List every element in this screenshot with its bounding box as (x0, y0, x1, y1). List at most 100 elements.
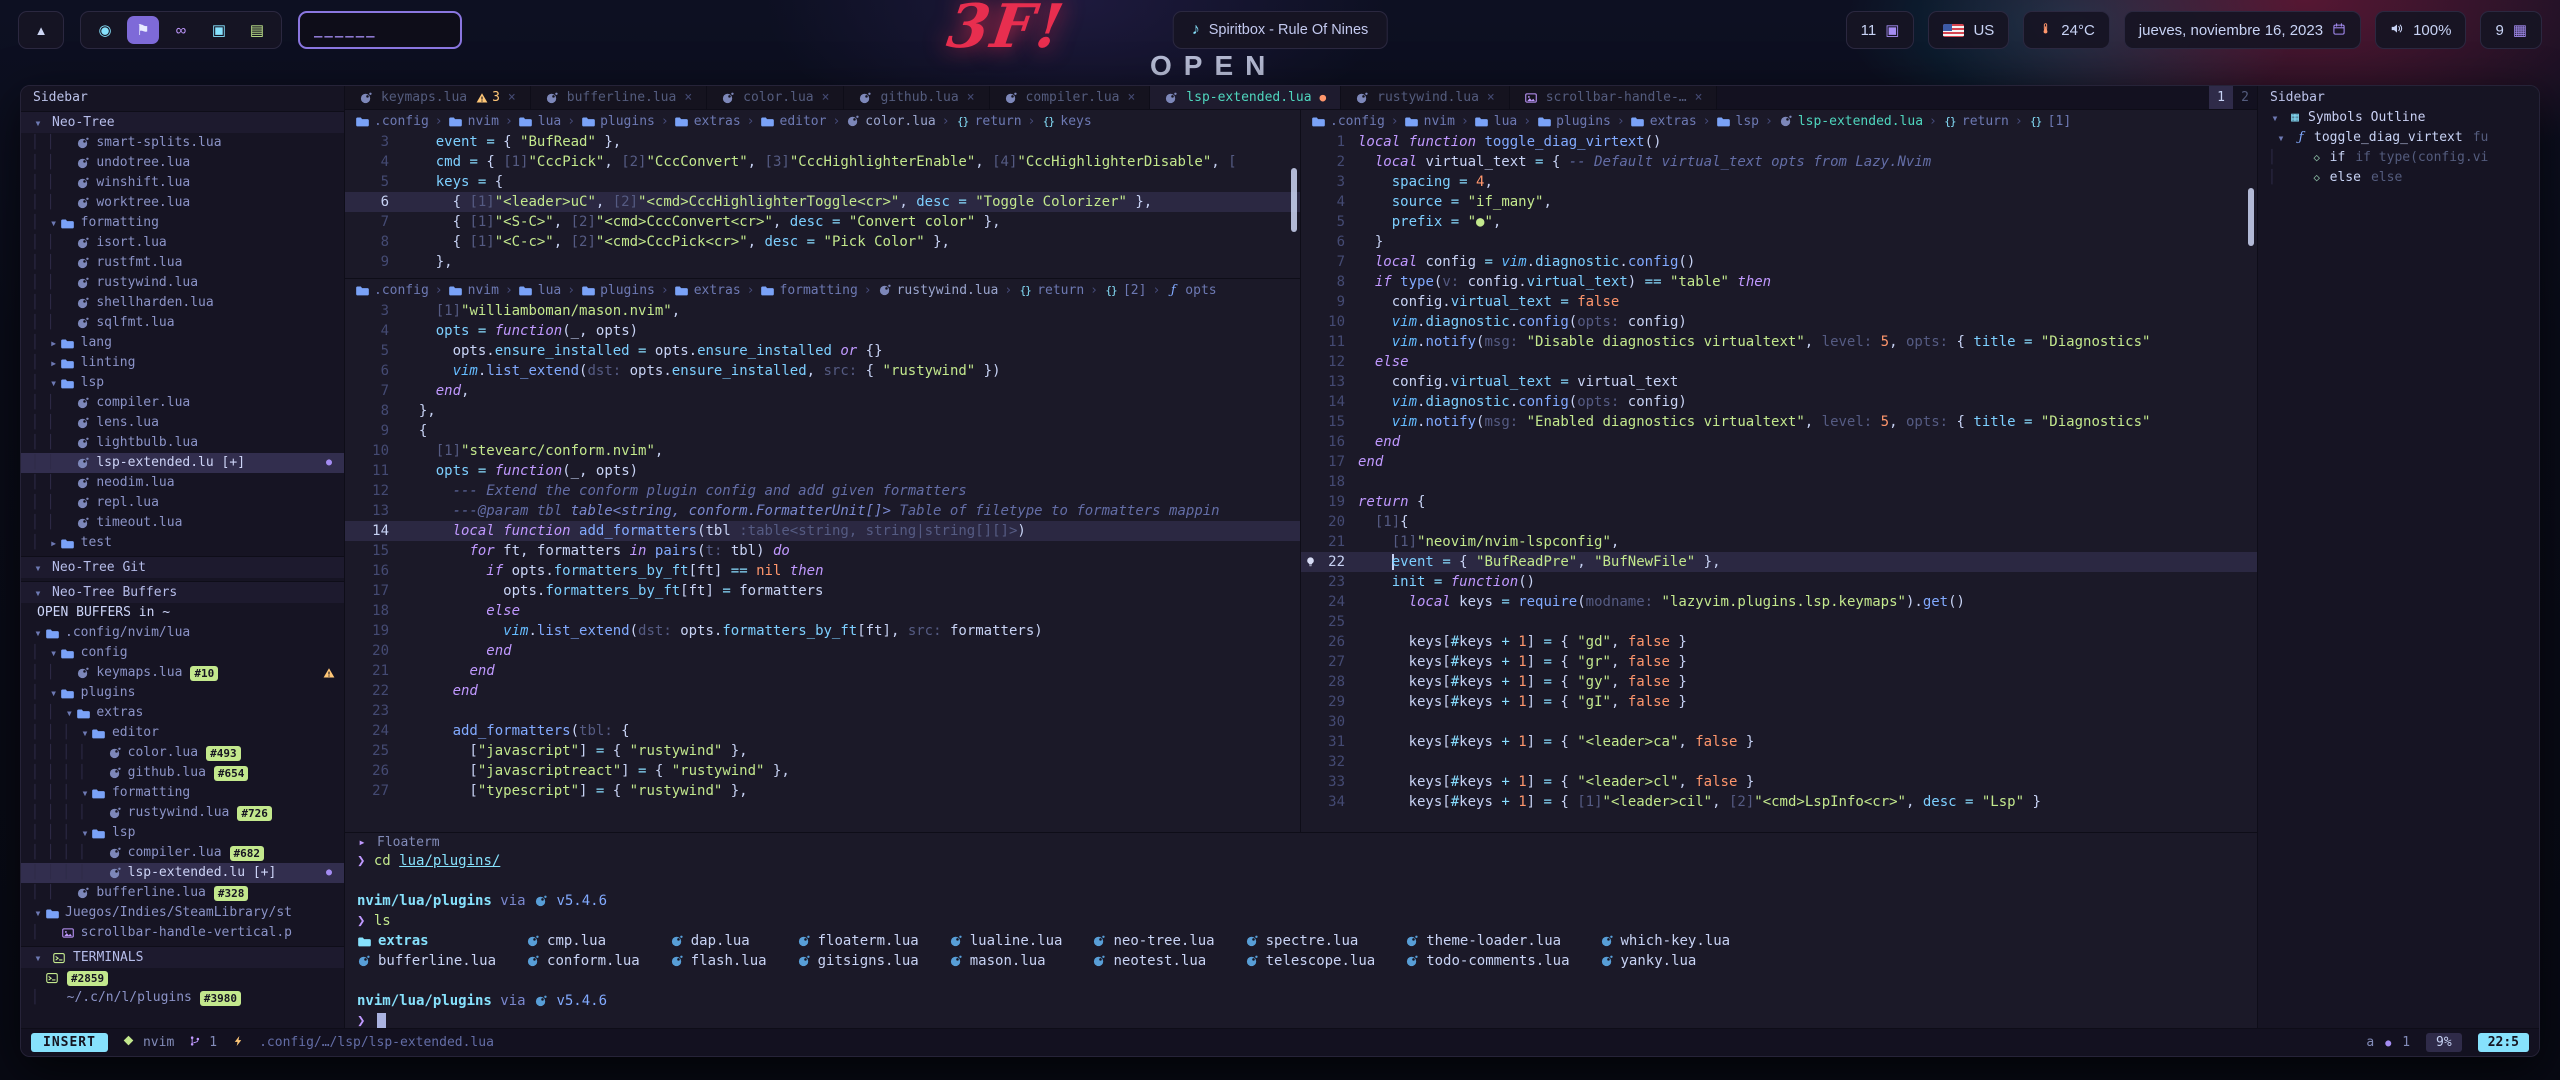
breadcrumb-segment[interactable]: editor (761, 114, 827, 129)
tree-item[interactable]: │ │ │ ▾editor (21, 723, 344, 743)
tree-item[interactable]: │ │ winshift.lua (21, 173, 344, 193)
tree-item[interactable]: │ │ undotree.lua (21, 153, 344, 173)
close-tab-icon[interactable]: × (1127, 90, 1135, 105)
breadcrumb-segment[interactable]: {}[2] (1104, 283, 1146, 298)
breadcrumb-segment[interactable]: plugins (1537, 114, 1611, 129)
breadcrumb-segment[interactable]: color.lua (846, 114, 935, 129)
tree-item[interactable]: ▾Juegos/Indies/SteamLibrary/st (21, 903, 344, 923)
breadcrumb-segment[interactable]: {}keys (1041, 114, 1091, 129)
tree-item[interactable]: │ │ lsp-extended.lu [+]● (21, 453, 344, 473)
tree-item[interactable]: │ ▾plugins (21, 683, 344, 703)
tree-title[interactable]: OPEN BUFFERS in ~ (21, 603, 344, 623)
tree-item[interactable]: │ │ rustywind.lua (21, 273, 344, 293)
breadcrumb-segment[interactable]: ƒopts (1166, 283, 1216, 298)
breadcrumb-segment[interactable]: {}return (1018, 283, 1084, 298)
close-tab-icon[interactable]: × (684, 90, 692, 105)
counter-widget[interactable]: 9▦ (2480, 11, 2542, 49)
tree-item[interactable]: │ │ ▾extras (21, 703, 344, 723)
floaterm-pane[interactable]: ▸ Floaterm ❯ cd lua/plugins/nvim/lua/plu… (345, 832, 2257, 1028)
tree-item[interactable]: │ ▾formatting (21, 213, 344, 233)
windows-widget[interactable]: 11▣ (1846, 11, 1915, 49)
tree-section-terminals[interactable]: ▾TERMINALS (21, 946, 344, 968)
tree-item[interactable]: │ │ │ │ github.lua#654 (21, 763, 344, 783)
breadcrumb-segment[interactable]: lua (519, 283, 561, 298)
breadcrumb-segment[interactable]: lsp (1717, 114, 1759, 129)
editor-pane-lsp[interactable]: .config›nvim›lua›plugins›extras›lsp›lsp-… (1301, 110, 2257, 832)
tree-item[interactable]: │ │ isort.lua (21, 233, 344, 253)
tree-item[interactable]: │ │ lightbulb.lua (21, 433, 344, 453)
tab-lsp-extended-lua[interactable]: lsp-extended.lua● (1150, 86, 1341, 109)
launcher-button[interactable]: ▲ (18, 11, 64, 49)
editor-pane-rustywind[interactable]: .config›nvim›lua›plugins›extras›formatti… (345, 278, 1300, 832)
tree-item[interactable]: │ ▸test (21, 533, 344, 553)
tree-item[interactable]: │ │ keymaps.lua#10 (21, 663, 344, 683)
close-tab-icon[interactable]: × (1487, 90, 1495, 105)
breadcrumb-segment[interactable]: lua (1475, 114, 1517, 129)
power-button[interactable]: ◉ (89, 16, 121, 44)
tree-item[interactable]: │ │ smart-splits.lua (21, 133, 344, 153)
tree-item[interactable]: #2859 (21, 968, 344, 988)
breadcrumb-segment[interactable]: nvim (449, 114, 499, 129)
tree-item[interactable]: │ ▸lang (21, 333, 344, 353)
tree-item[interactable]: │ ▾config (21, 643, 344, 663)
tree-item[interactable]: │ │ │ │ rustywind.lua#726 (21, 803, 344, 823)
breadcrumb-segment[interactable]: {}return (1943, 114, 2009, 129)
close-tab-icon[interactable]: × (822, 90, 830, 105)
breadcrumb-segment[interactable]: lsp-extended.lua (1779, 114, 1923, 129)
copy-button[interactable]: ▣ (203, 16, 235, 44)
symbols-outline-header[interactable]: ▾ ▦ Symbols Outline (2258, 108, 2539, 128)
tree-item[interactable]: │ │ repl.lua (21, 493, 344, 513)
tree-section-neo-tree-buffers[interactable]: ▾Neo-Tree Buffers (21, 581, 344, 603)
flag-button[interactable]: ⚑ (127, 16, 159, 44)
tree-item[interactable]: │ │ │ │ color.lua#493 (21, 743, 344, 763)
tree-item[interactable]: │ │ timeout.lua (21, 513, 344, 533)
tree-item[interactable]: │ scrollbar-handle-vertical.p (21, 923, 344, 943)
date-widget[interactable]: jueves, noviembre 16, 2023 (2124, 11, 2361, 49)
tree-item[interactable]: │ │ │ ▾lsp (21, 823, 344, 843)
tree-section-neo-tree-git[interactable]: ▾Neo-Tree Git (21, 556, 344, 578)
breadcrumb-segment[interactable]: {}return (956, 114, 1022, 129)
tab-bufferline-lua[interactable]: bufferline.lua× (531, 86, 707, 109)
close-tab-icon[interactable]: × (1695, 90, 1703, 105)
infinity-button[interactable]: ∞ (165, 16, 197, 44)
tab-compiler-lua[interactable]: compiler.lua× (990, 86, 1151, 109)
scrollbar-handle[interactable] (1291, 168, 1297, 232)
breadcrumb-segment[interactable]: .config (355, 283, 429, 298)
breadcrumb-segment[interactable]: rustywind.lua (878, 283, 999, 298)
tab-color-lua[interactable]: color.lua× (707, 86, 844, 109)
breadcrumb-segment[interactable]: formatting (761, 283, 858, 298)
breadcrumb-segment[interactable]: plugins (581, 114, 655, 129)
close-tab-icon[interactable]: × (967, 90, 975, 105)
tab-scrollbar-handle-[interactable]: scrollbar-handle-…× (1510, 86, 1718, 109)
tree-item[interactable]: │ │ compiler.lua (21, 393, 344, 413)
tree-item[interactable]: │ │ sqlfmt.lua (21, 313, 344, 333)
tree-item[interactable]: │ ~/.c/n/l/plugins#3980 (21, 988, 344, 1008)
tree-item[interactable]: │ ▾lsp (21, 373, 344, 393)
scrollbar-handle[interactable] (2248, 188, 2254, 246)
tree-item[interactable]: │ │ │ │ compiler.lua#682 (21, 843, 344, 863)
tree-item[interactable]: │ │ shellharden.lua (21, 293, 344, 313)
git-branch[interactable]: 1 (188, 1035, 217, 1051)
breadcrumb-segment[interactable]: .config (355, 114, 429, 129)
tree-item[interactable]: │ ▸linting (21, 353, 344, 373)
breadcrumb-segment[interactable]: plugins (581, 283, 655, 298)
breadcrumb-segment[interactable]: lua (519, 114, 561, 129)
volume-widget[interactable]: 100% (2375, 11, 2466, 49)
breadcrumb-segment[interactable]: {}[1] (2029, 114, 2071, 129)
editor-pane-color[interactable]: .config›nvim›lua›plugins›extras›editor›c… (345, 110, 1300, 278)
tree-item[interactable]: │ │ lens.lua (21, 413, 344, 433)
topbar-input[interactable]: ______ (298, 11, 462, 49)
breadcrumb-segment[interactable]: nvim (1405, 114, 1455, 129)
notes-button[interactable]: ▤ (241, 16, 273, 44)
tabpage-2[interactable]: 2 (2233, 86, 2257, 109)
outline-item[interactable]: │ ◇ifif type(config.vi (2258, 148, 2539, 168)
outline-item[interactable]: ▾ƒtoggle_diag_virtextfu (2258, 128, 2539, 148)
tree-item[interactable]: │ │ │ │ lsp-extended.lu [+]● (21, 863, 344, 883)
tree-item[interactable]: │ │ worktree.lua (21, 193, 344, 213)
tree-item[interactable]: │ │ rustfmt.lua (21, 253, 344, 273)
breadcrumb-segment[interactable]: extras (675, 283, 741, 298)
tab-keymaps-lua[interactable]: keymaps.lua3× (345, 86, 531, 109)
tree-item[interactable]: │ │ neodim.lua (21, 473, 344, 493)
breadcrumb-segment[interactable]: .config (1311, 114, 1385, 129)
tree-item[interactable]: ▾.config/nvim/lua (21, 623, 344, 643)
